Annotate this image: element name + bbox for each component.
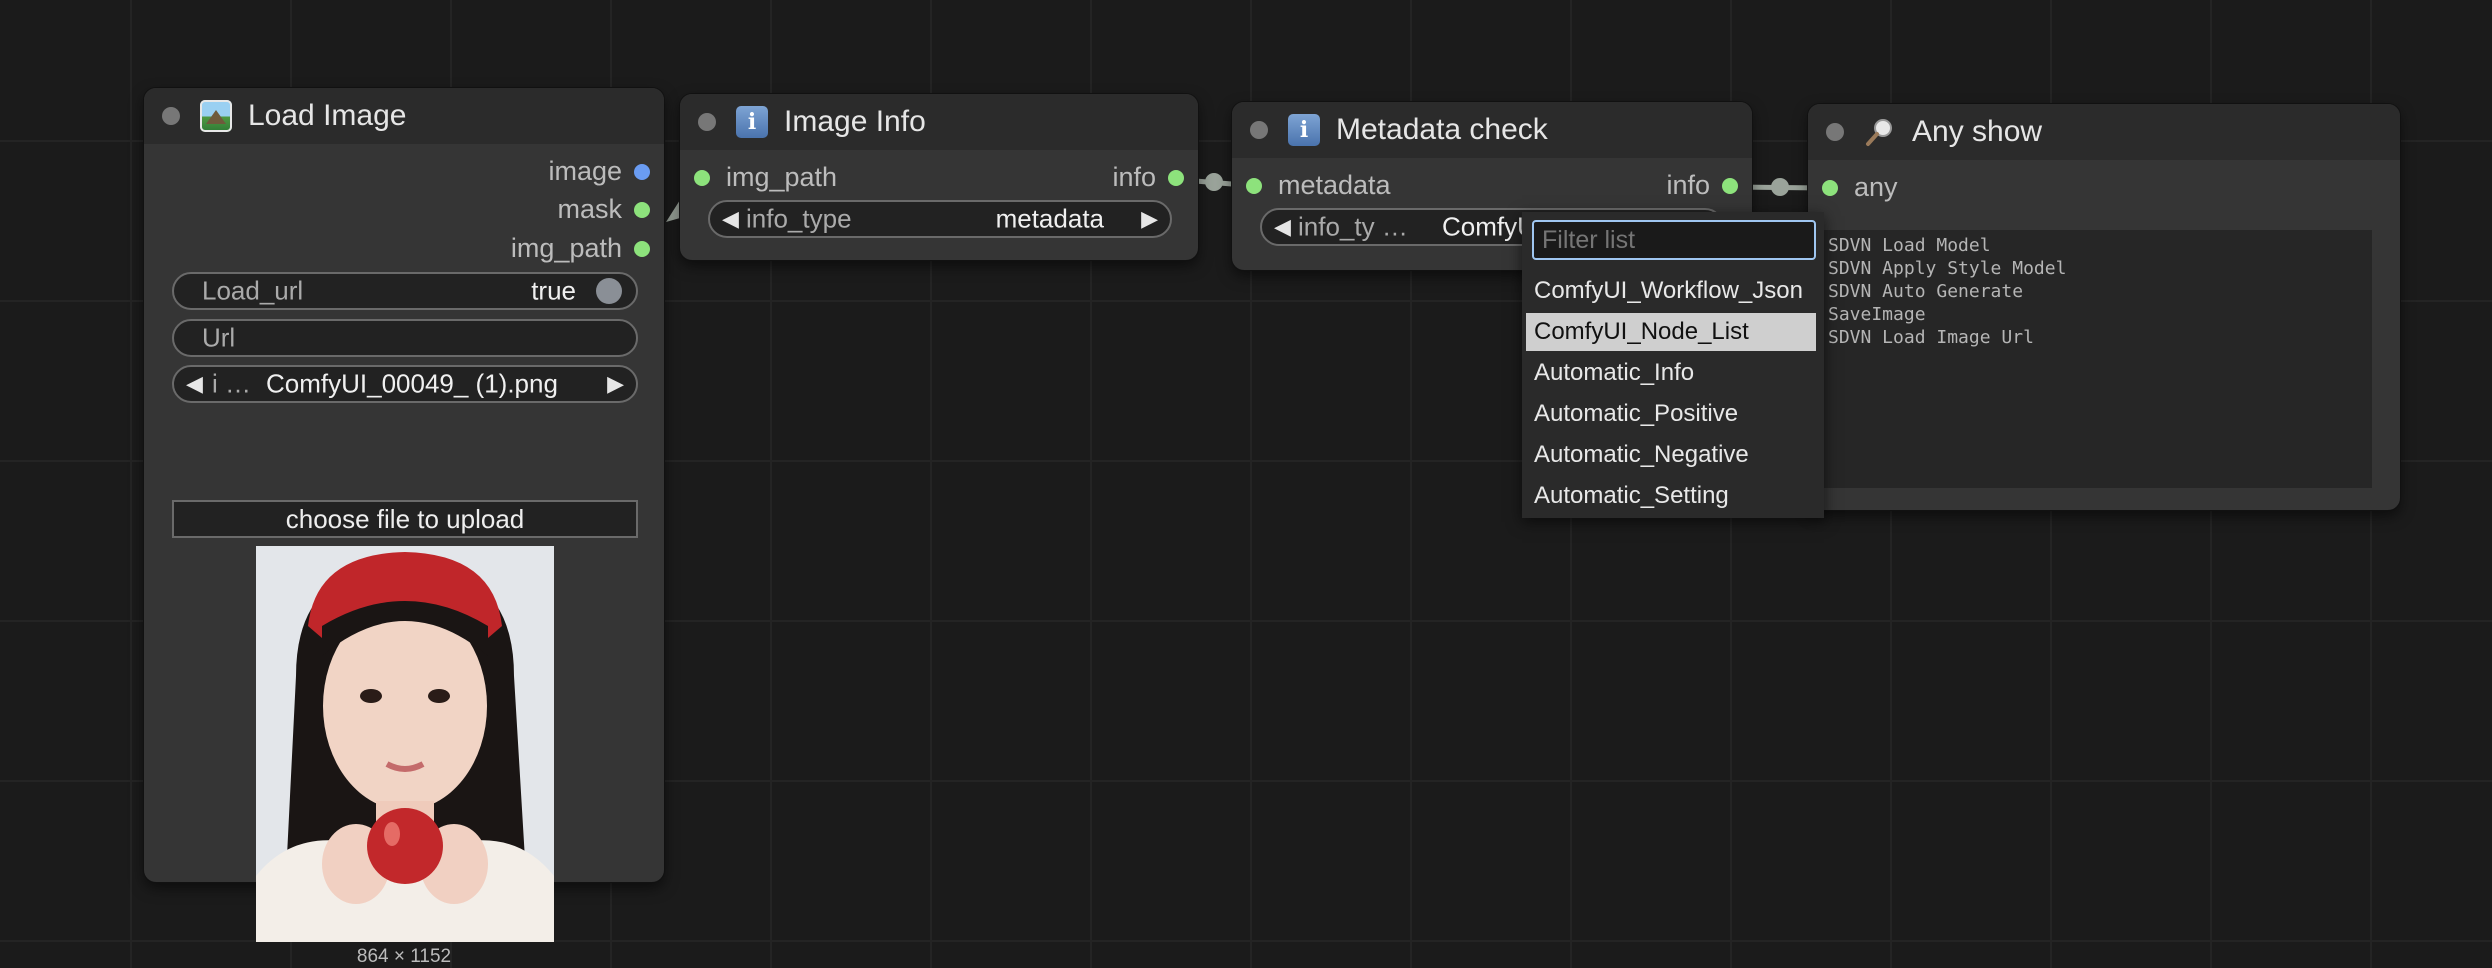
toggle-knob[interactable]: [596, 278, 622, 304]
image-info-node[interactable]: i Image Info img_path info ◀ info_type m…: [680, 94, 1198, 260]
magnifier-icon: [1864, 116, 1896, 148]
node-title-bar[interactable]: i Metadata check: [1232, 102, 1752, 158]
menu-item[interactable]: Automatic_Setting: [1526, 477, 1816, 515]
link-load-image-stub: [666, 200, 680, 222]
text-line: SDVN Load Model: [1828, 235, 1991, 256]
any-show-node[interactable]: Any show any SDVN Load Model SDVN Apply …: [1808, 104, 2400, 510]
text-line: SaveImage: [1828, 304, 1926, 325]
filter-list-input[interactable]: [1532, 220, 1816, 260]
menu-item[interactable]: Automatic_Positive: [1526, 395, 1816, 433]
slot-dot[interactable]: [1722, 177, 1738, 194]
widget-value: ComfyUI_00049_ (1).png: [266, 368, 558, 399]
output-slot-img-path[interactable]: img_path: [511, 233, 650, 264]
widget-label: info_ty …: [1298, 211, 1408, 242]
arrow-left-icon[interactable]: ◀: [1274, 214, 1291, 240]
text-output[interactable]: SDVN Load Model SDVN Apply Style Model S…: [1822, 230, 2372, 488]
image-combo[interactable]: ◀ i … ComfyUI_00049_ (1).png ▶: [172, 365, 638, 403]
input-slot-any[interactable]: any: [1822, 172, 1898, 203]
collapse-toggle[interactable]: [1826, 123, 1844, 141]
slot-dot[interactable]: [1822, 179, 1838, 196]
slot-dot[interactable]: [634, 201, 650, 218]
node-title-bar[interactable]: Any show: [1808, 104, 2400, 160]
upload-button[interactable]: choose file to upload: [172, 500, 638, 538]
menu-item[interactable]: Automatic_Negative: [1526, 436, 1816, 474]
text-line: SDVN Auto Generate: [1828, 281, 2024, 302]
slot-dot[interactable]: [634, 163, 650, 180]
menu-item[interactable]: ComfyUI_Workflow_Json: [1526, 272, 1816, 310]
output-slot-mask[interactable]: mask: [557, 194, 650, 225]
slot-label: info: [1666, 170, 1710, 200]
output-slot-info[interactable]: info: [1112, 162, 1184, 193]
widget-value: true: [531, 275, 576, 306]
widget-label: i …: [212, 368, 251, 399]
link-midpoint: [1205, 173, 1223, 191]
slot-dot[interactable]: [694, 169, 710, 186]
portrait-illustration: [256, 546, 554, 942]
node-title: Image Info: [784, 105, 926, 138]
node-title-bar[interactable]: Load Image: [144, 88, 664, 144]
collapse-toggle[interactable]: [162, 107, 180, 125]
arrow-left-icon[interactable]: ◀: [722, 206, 739, 232]
collapse-toggle[interactable]: [698, 113, 716, 131]
info-icon: i: [1288, 114, 1320, 146]
arrow-right-icon[interactable]: ▶: [1141, 206, 1158, 232]
slot-label: info: [1112, 162, 1156, 192]
node-title: Load Image: [248, 99, 407, 132]
widget-label: info_type: [746, 203, 852, 234]
node-title: Any show: [1912, 115, 2043, 148]
menu-item-highlighted[interactable]: ComfyUI_Node_List: [1526, 313, 1816, 351]
collapse-toggle[interactable]: [1250, 121, 1268, 139]
slot-label: img_path: [726, 162, 838, 192]
image-preview: [256, 546, 554, 942]
arrow-left-icon[interactable]: ◀: [186, 371, 203, 397]
widget-label: Load_url: [202, 275, 304, 306]
menu-item[interactable]: Automatic_Info: [1526, 354, 1816, 392]
info-icon: i: [736, 106, 768, 138]
slot-label: img_path: [510, 233, 622, 263]
url-field[interactable]: Url: [172, 319, 638, 357]
info-type-combo[interactable]: ◀ info_type metadata ▶: [708, 200, 1172, 238]
arrow-right-icon[interactable]: ▶: [607, 371, 624, 397]
output-slot-image[interactable]: image: [548, 156, 650, 187]
slot-dot[interactable]: [1168, 169, 1184, 186]
slot-dot[interactable]: [1246, 177, 1262, 194]
slot-label: mask: [557, 194, 622, 224]
output-slot-info[interactable]: info: [1666, 170, 1738, 201]
text-line: SDVN Apply Style Model: [1828, 258, 2067, 279]
load-url-toggle[interactable]: Load_url true: [172, 272, 638, 310]
input-slot-img-path[interactable]: img_path: [694, 162, 837, 193]
slot-label: metadata: [1278, 170, 1391, 200]
preview-dimensions: 864 × 1152: [356, 946, 452, 967]
widget-value: metadata: [995, 203, 1104, 234]
input-slot-metadata[interactable]: metadata: [1246, 170, 1391, 201]
link-midpoint: [1771, 178, 1789, 196]
widget-label: Url: [202, 322, 236, 353]
node-title: Metadata check: [1336, 113, 1548, 146]
load-image-node[interactable]: Load Image image mask img_path Load_url …: [144, 88, 664, 967]
slot-label: any: [1854, 172, 1898, 202]
text-line: SDVN Load Image Url: [1828, 327, 2034, 348]
combo-dropdown-menu[interactable]: ComfyUI_Workflow_Json ComfyUI_Node_List …: [1522, 212, 1824, 518]
image-icon: [200, 100, 232, 132]
node-title-bar[interactable]: i Image Info: [680, 94, 1198, 150]
slot-label: image: [548, 156, 622, 186]
slot-dot[interactable]: [634, 240, 650, 257]
